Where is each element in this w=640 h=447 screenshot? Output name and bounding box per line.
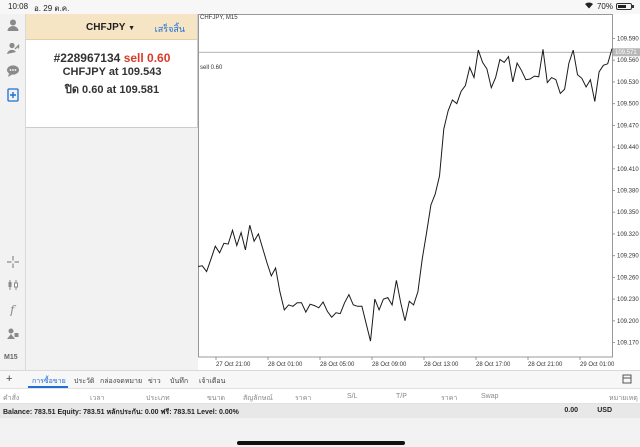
tab-news[interactable]: ข่าว: [148, 376, 161, 387]
col-price-current: ราคา: [441, 395, 458, 402]
x-tick-label: 28 Oct 05:00: [320, 362, 355, 368]
close-line-value: 109.581: [119, 84, 160, 96]
indicators-icon[interactable]: f: [4, 300, 22, 318]
bottom-tabs: + การซื้อขาย ประวัติ กล่องจดหมาย ข่าว บั…: [0, 370, 640, 388]
y-tick-label: 109.410: [617, 167, 639, 173]
y-tick-label: 109.200: [617, 319, 639, 325]
balance-summary: Balance: 783.51 Equity: 783.51 หลักประกั…: [3, 409, 239, 416]
col-symbol: สัญลักษณ์: [243, 395, 273, 402]
symbol-selector[interactable]: CHFJPY ▼: [86, 22, 135, 33]
order-panel: CHFJPY ▼ เสร็จสิ้น #228967134 sell 0.60 …: [26, 14, 198, 128]
new-order-icon[interactable]: [4, 86, 22, 104]
expand-panel-icon[interactable]: [622, 374, 632, 386]
tab-history[interactable]: ประวัติ: [74, 376, 94, 387]
tab-mailbox[interactable]: กล่องจดหมาย: [100, 376, 142, 387]
y-tick-label: 109.260: [617, 275, 639, 281]
x-tick-label: 27 Oct 21:00: [216, 362, 251, 368]
home-area: [0, 418, 640, 447]
chevron-down-icon: ▼: [128, 25, 135, 32]
status-bar: 10:08 อ. 29 ต.ค. 70%: [0, 0, 640, 14]
svg-text:f: f: [9, 303, 17, 316]
x-tick-label: 28 Oct 09:00: [372, 362, 407, 368]
order-summary: #228967134 sell 0.60: [26, 51, 198, 65]
y-tick-label: 109.440: [617, 145, 639, 151]
close-line-prefix: ปิด 0.60 at: [64, 84, 117, 96]
tab-alerts[interactable]: เจ้าเตือน: [199, 376, 225, 387]
order-id: #228967134: [53, 51, 121, 65]
y-tick-label: 109.230: [617, 297, 639, 303]
y-tick-label: 109.530: [617, 80, 639, 86]
col-type: ประเภท: [146, 395, 170, 402]
x-tick-label: 29 Oct 01:00: [580, 362, 615, 368]
wifi-icon: [584, 1, 594, 11]
done-button[interactable]: เสร็จสิ้น: [155, 22, 185, 36]
y-tick-label: 109.350: [617, 210, 639, 216]
objects-icon[interactable]: [4, 324, 22, 342]
status-right: 70%: [584, 1, 634, 11]
account-icon[interactable]: [4, 16, 22, 34]
price-line-value: 109.543: [121, 66, 162, 78]
crosshair-icon[interactable]: [4, 253, 22, 271]
left-toolbar: f M15: [0, 14, 26, 370]
battery-percent: 70%: [596, 1, 613, 11]
order-action: sell 0.60: [123, 51, 171, 65]
price-series-line: [198, 48, 613, 342]
col-order: คำสั่ง: [3, 395, 20, 402]
y-tick-label: 109.590: [617, 36, 639, 42]
battery-icon: [616, 2, 634, 10]
col-tp: T/P: [396, 393, 407, 400]
col-volume: ขนาด: [207, 395, 226, 402]
price-line-prefix: CHFJPY at: [62, 66, 119, 78]
account-currency: USD: [597, 407, 612, 414]
timeframe-button[interactable]: M15: [4, 354, 18, 361]
tab-journal[interactable]: บันทึก: [170, 376, 188, 387]
order-level-label: sell 0.60: [200, 65, 223, 71]
y-tick-label: 109.380: [617, 189, 639, 195]
y-tick-label: 109.290: [617, 254, 639, 260]
y-tick-label: 109.170: [617, 341, 639, 347]
balance-row: Balance: 783.51 Equity: 783.51 หลักประกั…: [0, 404, 640, 418]
col-price: ราคา: [295, 395, 312, 402]
chart-type-icon[interactable]: [4, 276, 22, 294]
current-price-label: 109.571: [615, 50, 637, 56]
y-tick-label: 109.320: [617, 232, 639, 238]
col-swap: Swap: [481, 393, 499, 400]
total-profit: 0.00: [564, 407, 578, 414]
plot-frame: [198, 14, 613, 358]
chat-icon[interactable]: [4, 62, 22, 80]
y-tick-label: 109.560: [617, 58, 639, 64]
price-line: CHFJPY at 109.543: [26, 66, 198, 78]
order-panel-header: CHFJPY ▼ เสร็จสิ้น: [26, 14, 197, 40]
y-tick-label: 109.500: [617, 102, 639, 108]
x-tick-label: 28 Oct 17:00: [476, 362, 511, 368]
price-chart[interactable]: 109.590 109.560 109.530 109.500 109.470 109.4…: [198, 14, 640, 370]
add-icon[interactable]: +: [6, 373, 12, 385]
symbol-label: CHFJPY: [86, 22, 126, 33]
chart-title: CHFJPY, M15: [200, 15, 238, 21]
x-tick-label: 28 Oct 21:00: [528, 362, 563, 368]
close-line: ปิด 0.60 at 109.581: [26, 80, 198, 98]
col-comment: หมายเหตุ: [609, 395, 638, 402]
chart-area[interactable]: 109.590 109.560 109.530 109.500 109.470 109.4…: [198, 14, 640, 370]
x-tick-label: 28 Oct 13:00: [424, 362, 459, 368]
y-tick-label: 109.470: [617, 123, 639, 129]
trade-columns-header: คำสั่ง เวลา ประเภท ขนาด สัญลักษณ์ ราคา S…: [0, 388, 640, 404]
x-tick-label: 28 Oct 01:00: [268, 362, 303, 368]
home-indicator[interactable]: [237, 441, 405, 445]
trader-icon[interactable]: [4, 39, 22, 57]
col-time: เวลา: [90, 395, 105, 402]
col-sl: S/L: [347, 393, 358, 400]
status-time: 10:08: [8, 2, 29, 11]
